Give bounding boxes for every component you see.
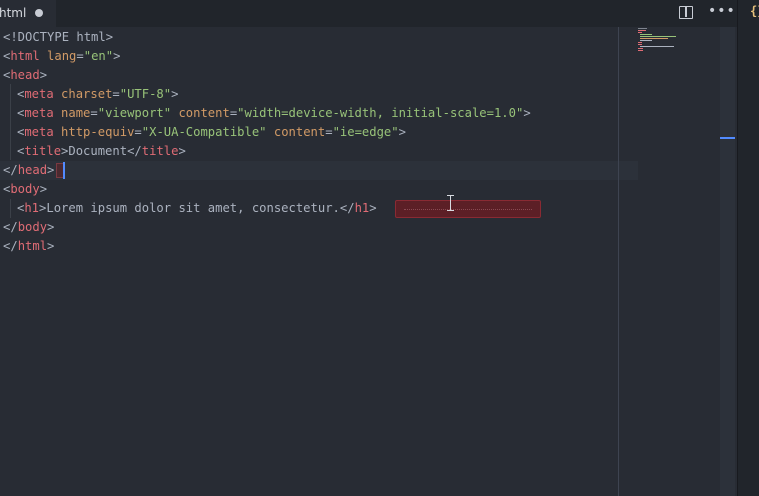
- minimap[interactable]: [638, 28, 718, 58]
- ibeam-cursor-icon: [446, 195, 455, 211]
- vertical-scrollbar[interactable]: [720, 27, 735, 496]
- code-line-5: <meta name="viewport" content="width=dev…: [17, 106, 531, 120]
- text-cursor: [63, 162, 65, 179]
- code-line-7: <title>Document</title>: [17, 144, 186, 158]
- unsaved-dot-icon[interactable]: [35, 9, 43, 17]
- code-line-6: <meta http-equiv="X-UA-Compatible" conte…: [17, 125, 406, 139]
- scrollbar-cursor-marker: [720, 137, 735, 139]
- current-line-highlight: [0, 161, 638, 180]
- minimap-divider: [618, 27, 619, 496]
- more-actions-icon[interactable]: •••: [708, 4, 736, 18]
- code-line-10: <h1>Lorem ipsum dolor sit amet, consecte…: [17, 201, 377, 215]
- tab-html-file[interactable]: html: [0, 0, 56, 27]
- code-line-11: </body>: [3, 220, 55, 234]
- code-line-4: <meta charset="UTF-8">: [17, 87, 179, 101]
- side-panel: {}: [737, 0, 759, 496]
- indent-guide: [10, 84, 11, 160]
- braces-icon[interactable]: {}: [750, 4, 759, 18]
- code-editor[interactable]: <!DOCTYPE html> <html lang="en"> <head> …: [0, 27, 737, 496]
- error-highlight: [395, 200, 541, 218]
- code-line-12: </html>: [3, 239, 55, 253]
- tab-bar: html •••: [0, 0, 737, 27]
- tab-label: html: [0, 6, 27, 20]
- indent-guide: [10, 199, 11, 218]
- code-line-1: <!DOCTYPE html>: [3, 30, 114, 44]
- code-line-3: <head>: [3, 68, 48, 82]
- split-editor-icon[interactable]: [679, 6, 693, 19]
- code-line-8: </head>: [3, 163, 55, 177]
- code-line-2: <html lang="en">: [3, 49, 121, 63]
- code-line-9: <body>: [3, 182, 48, 196]
